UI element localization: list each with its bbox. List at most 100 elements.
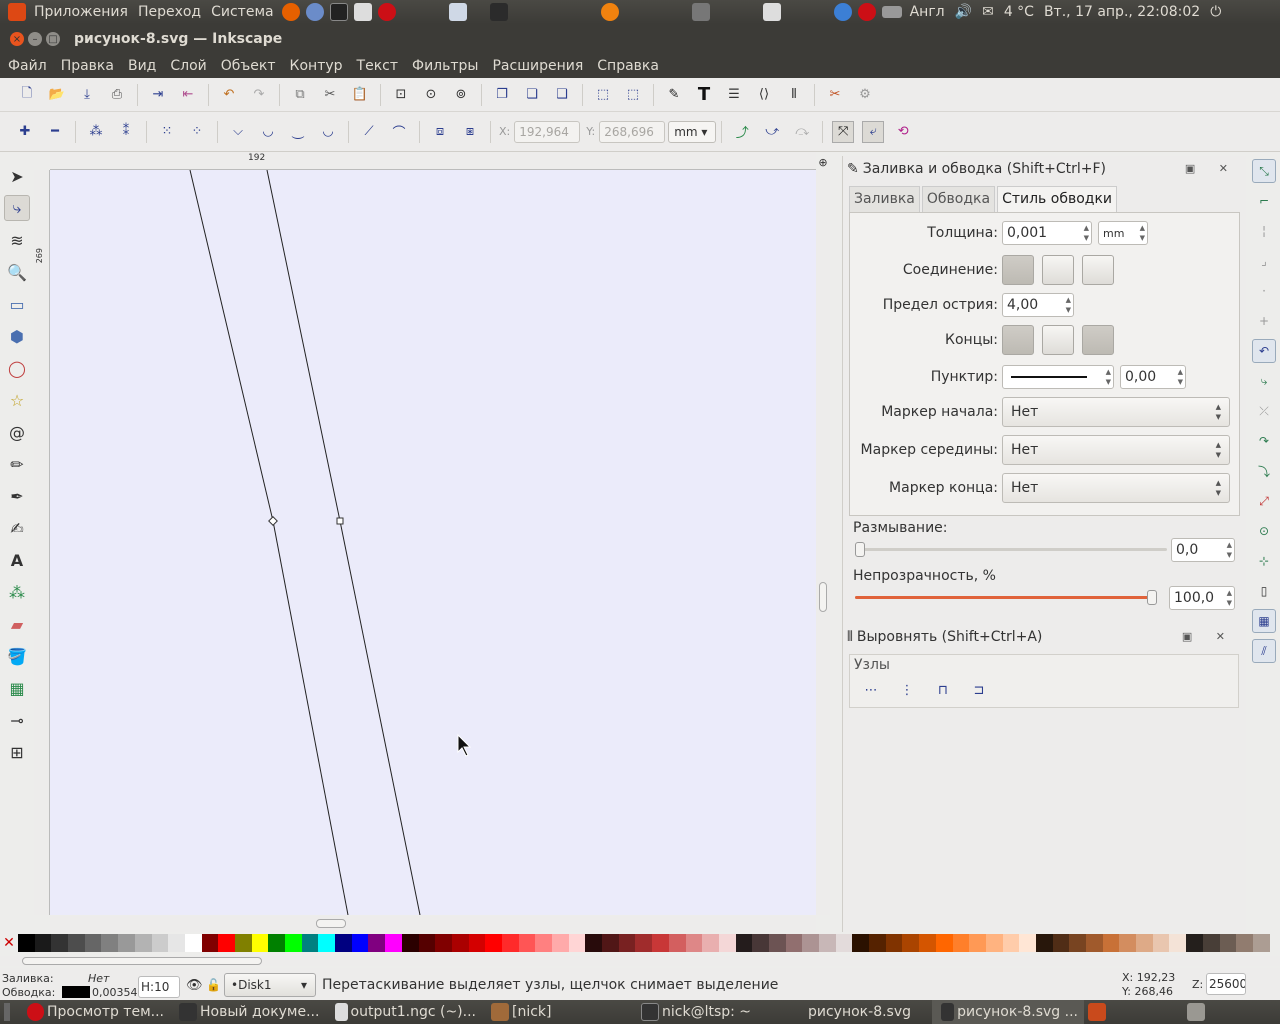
snap-path-intersection-icon[interactable]: ⤫ — [1252, 399, 1276, 423]
volume-icon[interactable]: 🔊 — [950, 4, 977, 20]
vscroll-thumb[interactable] — [819, 582, 827, 612]
show-path-outline-icon[interactable]: ⟲ — [892, 121, 914, 143]
palette-swatch[interactable] — [1252, 934, 1270, 952]
palette-swatch[interactable] — [468, 934, 486, 952]
keyboard-icon[interactable] — [881, 6, 902, 18]
redo-icon[interactable]: ↷ — [248, 84, 270, 106]
unlink-clone-icon[interactable]: ❑ — [551, 84, 573, 106]
duplicate-icon[interactable]: ❐ — [491, 84, 513, 106]
object-to-path-icon[interactable]: ⧈ — [429, 121, 451, 143]
palette-swatch[interactable] — [802, 934, 819, 952]
palette-swatch[interactable] — [919, 934, 936, 952]
palette-swatch[interactable] — [1219, 934, 1237, 952]
tab-stroke-paint[interactable]: Обводка — [921, 186, 996, 212]
palette-swatch[interactable] — [168, 934, 185, 952]
palette-swatch[interactable] — [518, 934, 536, 952]
palette-swatch[interactable] — [885, 934, 903, 952]
palette-swatch[interactable] — [1052, 934, 1070, 952]
workspace-icon[interactable] — [762, 3, 781, 21]
palette-swatch[interactable] — [819, 934, 836, 952]
palette-swatch[interactable] — [1152, 934, 1170, 952]
palette-swatch[interactable] — [902, 934, 920, 952]
new-document-icon[interactable]: 🗋 — [16, 84, 38, 106]
next-path-effect-icon[interactable]: ⤴ — [731, 121, 753, 143]
join-round-button[interactable] — [1042, 255, 1074, 285]
snap-cusp-nodes-icon[interactable]: ↷ — [1252, 429, 1276, 453]
palette-swatch[interactable] — [969, 934, 986, 952]
close-window-icon[interactable]: × — [10, 32, 24, 46]
stroke-color-swatch[interactable] — [62, 986, 90, 998]
snap-bbox-mid-icon[interactable]: · — [1252, 279, 1276, 303]
group-icon[interactable]: ⬚ — [592, 84, 614, 106]
mid-marker-select[interactable]: Нет ▲ ▼ — [1002, 435, 1230, 465]
tab-fill[interactable]: Заливка — [849, 186, 920, 212]
insert-node-icon[interactable]: ✚ — [14, 121, 36, 143]
palette-swatch[interactable] — [151, 934, 169, 952]
paste-icon[interactable]: 📋 — [349, 84, 371, 106]
zoom-page-icon[interactable]: ⊚ — [450, 84, 472, 106]
palette-swatch[interactable] — [285, 934, 302, 952]
palette-swatch[interactable] — [301, 934, 319, 952]
palette-swatch[interactable] — [1019, 934, 1036, 952]
open-icon[interactable]: 📂 — [46, 84, 68, 106]
start-marker-select[interactable]: Нет ▲ ▼ — [1002, 397, 1230, 427]
palette-swatch[interactable] — [1002, 934, 1020, 952]
join-miter-button[interactable] — [1002, 255, 1034, 285]
palette-swatch[interactable] — [752, 934, 769, 952]
pencil-tool-icon[interactable]: ✏ — [4, 451, 30, 477]
menu-text[interactable]: Текст — [350, 58, 405, 74]
palette-scroll-thumb[interactable] — [22, 957, 262, 965]
chromium-icon[interactable] — [305, 3, 324, 21]
terminal-icon[interactable] — [329, 3, 348, 21]
join-bevel-button[interactable] — [1082, 255, 1114, 285]
clone-icon[interactable]: ❏ — [521, 84, 543, 106]
palette-swatch[interactable] — [602, 934, 619, 952]
gradient-tool-icon[interactable]: ▦ — [4, 675, 30, 701]
menu-applications[interactable]: Приложения — [29, 4, 133, 20]
palette-swatch[interactable] — [1186, 934, 1203, 952]
join-nodes-icon[interactable]: ⁂ — [85, 121, 107, 143]
join-segment-icon[interactable]: ⁙ — [156, 121, 178, 143]
task-nick-folder[interactable]: [nick] — [482, 1000, 632, 1024]
palette-swatch[interactable] — [1119, 934, 1137, 952]
palette-swatch[interactable] — [68, 934, 85, 952]
blur-value-input[interactable]: 0,0 ▲ ▼ — [1171, 538, 1235, 562]
show-desktop-icon[interactable] — [4, 1003, 10, 1021]
ungroup-icon[interactable]: ⬚ — [622, 84, 644, 106]
end-marker-select[interactable]: Нет ▲ ▼ — [1002, 473, 1230, 503]
tray-app-icon[interactable] — [1088, 1003, 1106, 1021]
palette-swatch[interactable] — [101, 934, 119, 952]
star-tool-icon[interactable]: ☆ — [4, 387, 30, 413]
palette-swatch[interactable] — [134, 934, 152, 952]
palette-swatch[interactable] — [718, 934, 736, 952]
menu-layer[interactable]: Слой — [163, 58, 213, 74]
palette-swatch[interactable] — [18, 934, 35, 952]
task-terminal[interactable]: nick@ltsp: ~ — [632, 1000, 802, 1024]
tweak-tool-icon[interactable]: ≋ — [4, 227, 30, 253]
layer-lock-icon[interactable]: 🔓 — [206, 978, 221, 992]
align-nodes-horizontal-icon[interactable]: ⋯ — [860, 679, 882, 701]
snap-page-border-icon[interactable]: ▯ — [1252, 579, 1276, 603]
zoom-drawing-icon[interactable]: ⊙ — [420, 84, 442, 106]
snap-bbox-edge-icon[interactable]: ¦ — [1252, 219, 1276, 243]
clock[interactable]: Вт., 17 апр., 22:08:02 — [1039, 4, 1205, 20]
y-coordinate-field[interactable]: Y: 268,696 — [586, 120, 666, 143]
palette-swatch[interactable] — [1236, 934, 1253, 952]
export-icon[interactable]: ⇤ — [177, 84, 199, 106]
cap-round-button[interactable] — [1042, 325, 1074, 355]
palette-swatch[interactable] — [51, 934, 69, 952]
node-auto-icon[interactable]: ◡ — [317, 121, 339, 143]
delete-segment-icon[interactable]: ⁘ — [186, 121, 208, 143]
node-cusp-icon[interactable]: ⌵ — [227, 121, 249, 143]
xml-editor-icon[interactable]: ⟨⟩ — [753, 84, 775, 106]
palette-swatch[interactable] — [935, 934, 953, 952]
weather-indicator[interactable]: 4 °C — [999, 4, 1039, 20]
maximize-window-icon[interactable]: □ — [46, 32, 60, 46]
snap-bbox-icon[interactable]: ⌐ — [1252, 189, 1276, 213]
opacity-status-input[interactable]: H:10 — [138, 976, 180, 998]
palette-swatch[interactable] — [251, 934, 269, 952]
task-output-ngc[interactable]: output1.ngc (~)... — [326, 1000, 482, 1024]
delete-node-icon[interactable]: ━ — [44, 121, 66, 143]
palette-swatch[interactable] — [351, 934, 369, 952]
palette-swatch[interactable] — [1102, 934, 1120, 952]
